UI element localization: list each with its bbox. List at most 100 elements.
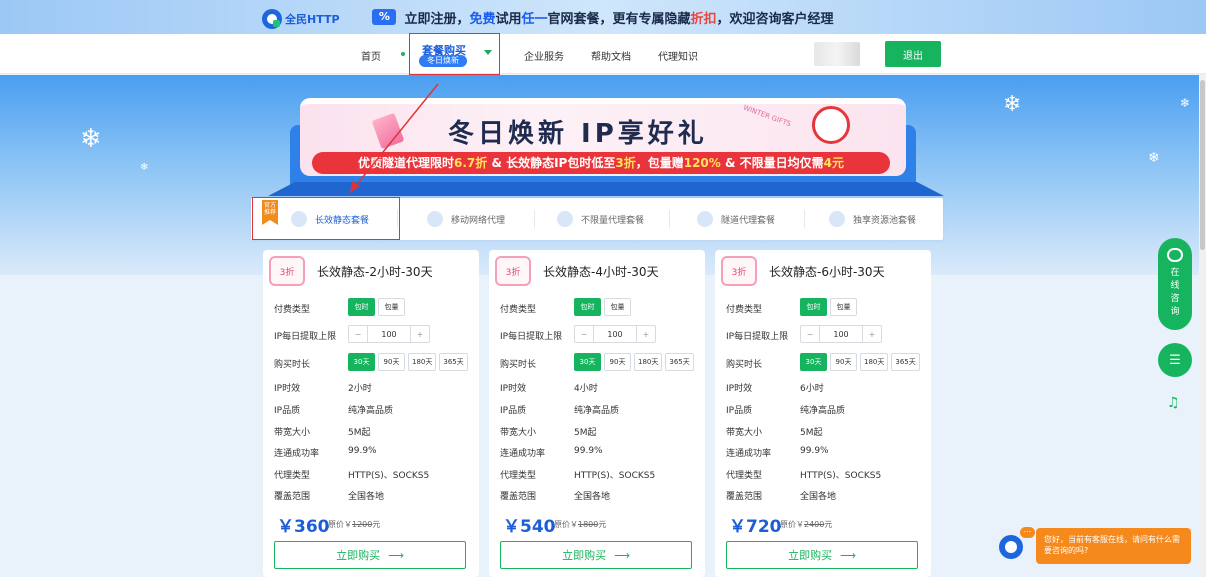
price: ￥360 — [277, 517, 330, 537]
tab-label: 不限量代理套餐 — [581, 215, 645, 226]
daily-limit-value[interactable]: 100 — [367, 326, 411, 342]
original-price: 原价￥1800元 — [554, 519, 606, 530]
label-coverage: 覆盖范围 — [274, 492, 311, 502]
label-bandwidth: 带宽大小 — [500, 428, 537, 438]
label-success-rate: 连通成功率 — [500, 449, 546, 459]
mobile-icon — [427, 211, 443, 227]
buy-label: 立即购买 — [336, 550, 381, 562]
minus-button[interactable]: − — [349, 326, 367, 342]
duration-options: 30天 90天 180天 365天 — [800, 353, 920, 371]
sliders-icon[interactable]: ☰ — [1158, 343, 1192, 377]
tab-label: 独享资源池套餐 — [853, 215, 917, 226]
duration-90[interactable]: 90天 — [830, 353, 857, 371]
label-daily-limit: IP每日提取上限 — [274, 332, 337, 342]
card-title: 长效静态-2小时-30天 — [317, 265, 433, 279]
label-proxy-type: 代理类型 — [274, 471, 311, 481]
label-success-rate: 连通成功率 — [274, 449, 320, 459]
original-price: 原价￥2400元 — [780, 519, 832, 530]
label-proxy-type: 代理类型 — [500, 471, 537, 481]
duration-365[interactable]: 365天 — [891, 353, 920, 371]
label-daily-limit: IP每日提取上限 — [726, 332, 789, 342]
label-ip-ttl: IP时效 — [274, 384, 301, 394]
buy-now-button[interactable]: 立即购买 ⟶ — [500, 541, 692, 569]
duration-30[interactable]: 30天 — [800, 353, 827, 371]
duration-365[interactable]: 365天 — [439, 353, 468, 371]
label-coverage: 覆盖范围 — [726, 492, 763, 502]
chat-bubble-icon — [1167, 248, 1183, 262]
orig-prefix: 原价￥ — [780, 520, 804, 529]
arrow-right-icon: ⟶ — [388, 549, 404, 562]
option-by-time[interactable]: 包时 — [574, 298, 601, 316]
option-by-time[interactable]: 包时 — [800, 298, 827, 316]
package-card: 3折 长效静态-6小时-30天 付费类型 包时 包量 IP每日提取上限 − 10… — [715, 250, 931, 577]
duration-options: 30天 90天 180天 365天 — [348, 353, 468, 371]
tab-label: 移动网络代理 — [451, 215, 506, 226]
duration-180[interactable]: 180天 — [408, 353, 437, 371]
value-ip-ttl: 4小时 — [574, 384, 598, 394]
tab-unlimited[interactable]: 不限量代理套餐 — [557, 198, 644, 240]
tab-divider — [534, 210, 535, 228]
duration-30[interactable]: 30天 — [574, 353, 601, 371]
label-ip-quality: IP品质 — [726, 406, 753, 416]
label-coverage: 覆盖范围 — [500, 492, 537, 502]
buy-now-button[interactable]: 立即购买 ⟶ — [274, 541, 466, 569]
tab-tunnel[interactable]: 隧道代理套餐 — [697, 198, 775, 240]
orig-value: 1800 — [578, 520, 599, 529]
buy-label: 立即购买 — [562, 550, 607, 562]
online-consult-button[interactable]: 在 线 咨 询 — [1158, 238, 1192, 330]
value-coverage: 全国各地 — [800, 492, 837, 502]
value-coverage: 全国各地 — [348, 492, 385, 502]
label-duration: 购买时长 — [500, 360, 537, 370]
orig-suffix: 元 — [372, 520, 381, 529]
label-success-rate: 连通成功率 — [726, 449, 772, 459]
duration-30[interactable]: 30天 — [348, 353, 375, 371]
chat-logo-icon[interactable] — [999, 535, 1023, 559]
discount-badge: 3折 — [269, 256, 305, 286]
daily-limit-value[interactable]: 100 — [819, 326, 863, 342]
label-duration: 购买时长 — [274, 360, 311, 370]
chat-message[interactable]: 您好，当前有客服在线，请问有什么需要咨询的吗? — [1036, 528, 1191, 564]
duration-365[interactable]: 365天 — [665, 353, 694, 371]
orig-suffix: 元 — [598, 520, 607, 529]
value-success-rate: 99.9% — [800, 446, 829, 456]
duration-90[interactable]: 90天 — [604, 353, 631, 371]
buy-now-button[interactable]: 立即购买 ⟶ — [726, 541, 918, 569]
value-coverage: 全国各地 — [574, 492, 611, 502]
scrollbar-thumb[interactable] — [1200, 80, 1205, 250]
bell-icon[interactable]: ♫ — [1167, 395, 1180, 411]
value-success-rate: 99.9% — [574, 446, 603, 456]
consult-char: 在 — [1170, 268, 1180, 278]
minus-button[interactable]: − — [575, 326, 593, 342]
package-card: 3折 长效静态-4小时-30天 付费类型 包时 包量 IP每日提取上限 − 10… — [489, 250, 705, 577]
minus-button[interactable]: − — [801, 326, 819, 342]
duration-180[interactable]: 180天 — [634, 353, 663, 371]
label-bandwidth: 带宽大小 — [726, 428, 763, 438]
duration-90[interactable]: 90天 — [378, 353, 405, 371]
option-by-volume[interactable]: 包量 — [830, 298, 857, 316]
plus-button[interactable]: + — [637, 326, 655, 342]
label-proxy-type: 代理类型 — [726, 471, 763, 481]
label-bandwidth: 带宽大小 — [274, 428, 311, 438]
plus-button[interactable]: + — [411, 326, 429, 342]
pay-type-options: 包时 包量 — [348, 298, 405, 316]
discount-badge: 3折 — [495, 256, 531, 286]
label-ip-ttl: IP时效 — [726, 384, 753, 394]
consult-char: 咨 — [1170, 294, 1180, 304]
option-by-volume[interactable]: 包量 — [378, 298, 405, 316]
arrow-right-icon: ⟶ — [614, 549, 630, 562]
tab-mobile-proxy[interactable]: 移动网络代理 — [427, 198, 505, 240]
pay-type-options: 包时 包量 — [574, 298, 631, 316]
card-title: 长效静态-6小时-30天 — [769, 265, 885, 279]
value-bandwidth: 5M起 — [348, 428, 371, 438]
plus-button[interactable]: + — [863, 326, 881, 342]
price: ￥540 — [503, 517, 556, 537]
tab-label: 隧道代理套餐 — [721, 215, 776, 226]
daily-limit-value[interactable]: 100 — [593, 326, 637, 342]
option-by-volume[interactable]: 包量 — [604, 298, 631, 316]
pay-type-options: 包时 包量 — [800, 298, 857, 316]
consult-char: 询 — [1170, 307, 1180, 317]
label-ip-ttl: IP时效 — [500, 384, 527, 394]
duration-180[interactable]: 180天 — [860, 353, 889, 371]
option-by-time[interactable]: 包时 — [348, 298, 375, 316]
tab-dedicated-pool[interactable]: 独享资源池套餐 — [829, 198, 916, 240]
